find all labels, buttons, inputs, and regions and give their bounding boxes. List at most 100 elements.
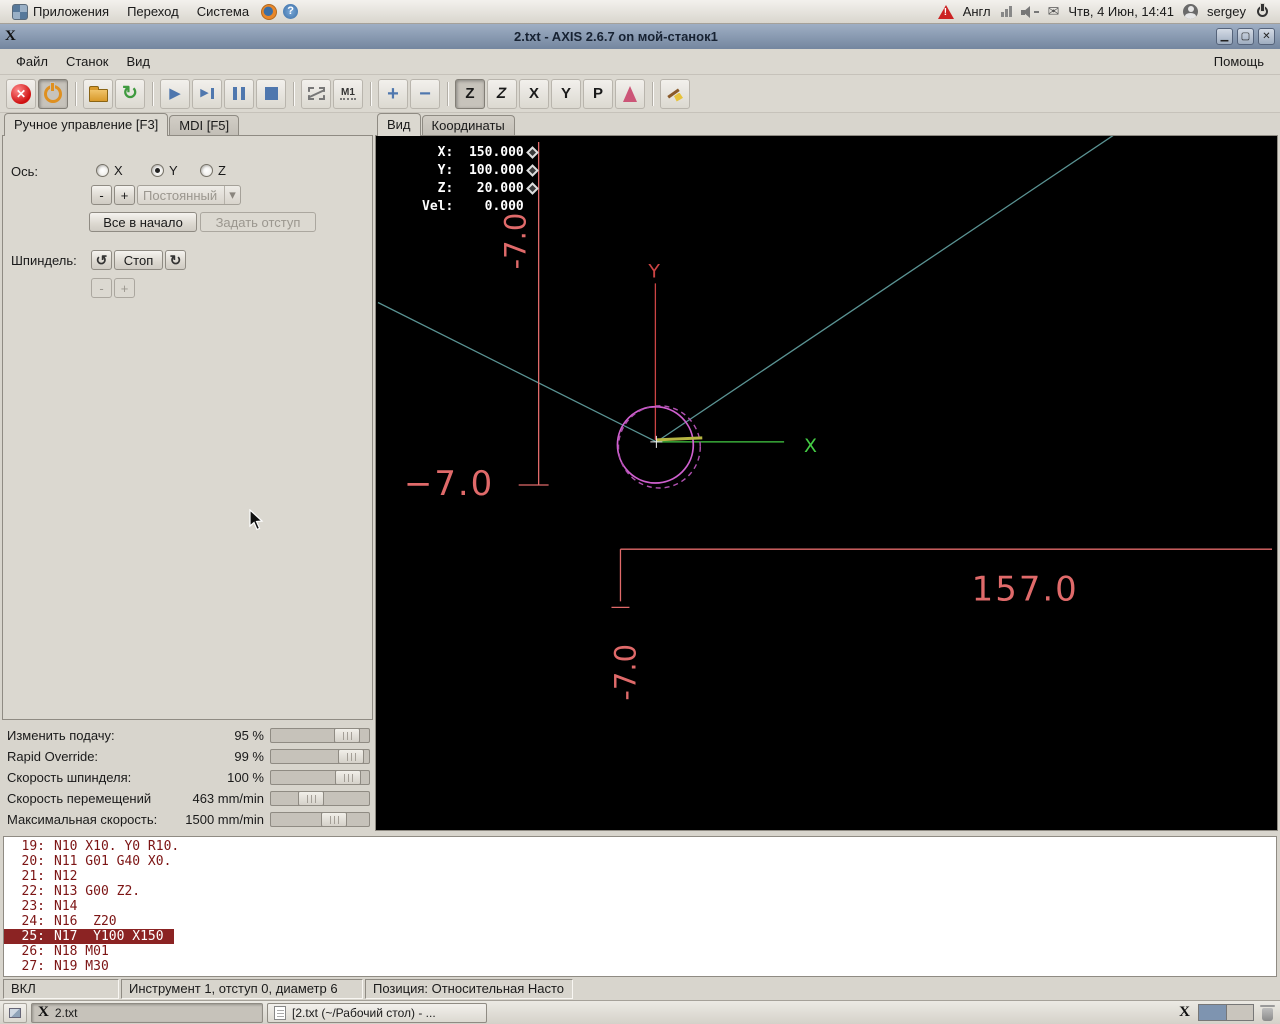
taskbar: 2.txt [2.txt (~/Рабочий стол) - ... xyxy=(0,1000,1280,1024)
skip-lines-button[interactable] xyxy=(301,78,331,109)
update-warning-icon[interactable] xyxy=(937,4,954,19)
jog-minus-button[interactable]: - xyxy=(91,185,112,205)
step-program-button[interactable] xyxy=(192,78,222,109)
run-program-button[interactable] xyxy=(160,78,190,109)
gcode-line-number: 27: xyxy=(21,959,45,974)
gcode-line[interactable]: 19: N10 X10. Y0 R10. xyxy=(4,839,189,854)
zoom-in-button[interactable]: + xyxy=(378,78,408,109)
menu-view[interactable]: Вид xyxy=(119,51,159,72)
volume-icon[interactable] xyxy=(1020,5,1039,18)
jog-speed-slider[interactable] xyxy=(270,791,370,806)
workspace-2[interactable] xyxy=(1225,1005,1253,1020)
machine-power-button[interactable] xyxy=(38,78,68,109)
mail-icon[interactable] xyxy=(1048,3,1060,20)
task-editor-window[interactable]: [2.txt (~/Рабочий стол) - ... xyxy=(267,1002,487,1023)
slider-handle[interactable] xyxy=(321,812,347,827)
spindle-cw-button[interactable] xyxy=(165,250,186,270)
clear-plot-button[interactable] xyxy=(660,78,690,109)
help-launcher-icon[interactable] xyxy=(283,4,299,19)
reload-file-button[interactable] xyxy=(115,78,145,109)
zoom-out-button[interactable]: − xyxy=(410,78,440,109)
toolbar-separator xyxy=(293,81,294,106)
view-x-button[interactable]: X xyxy=(519,78,549,109)
spindle-minus-button[interactable]: - xyxy=(91,278,112,298)
close-button[interactable]: ✕ xyxy=(1258,28,1275,45)
gcode-line[interactable]: 20: N11 G01 G40 X0. xyxy=(4,854,181,869)
minimize-button[interactable]: ▁ xyxy=(1216,28,1233,45)
gcode-line[interactable]: 22: N13 G00 Z2. xyxy=(4,884,150,899)
trash-icon[interactable] xyxy=(1260,1004,1275,1021)
spindle-plus-button[interactable]: + xyxy=(114,278,135,298)
view-y-button[interactable]: Y xyxy=(551,78,581,109)
workspace-1[interactable] xyxy=(1199,1005,1226,1020)
places-menu[interactable]: Переход xyxy=(121,3,185,20)
spindle-stop-button[interactable]: Стоп xyxy=(114,250,163,270)
optional-stop-button[interactable]: M1 xyxy=(333,78,363,109)
menu-file[interactable]: Файл xyxy=(8,51,56,72)
pause-icon xyxy=(233,87,245,100)
rapid-override-slider[interactable] xyxy=(270,749,370,764)
jog-mode-select[interactable]: Постоянный xyxy=(137,185,241,205)
menu-machine[interactable]: Станок xyxy=(58,51,117,72)
toolbar-separator xyxy=(652,81,653,106)
stop-program-button[interactable] xyxy=(256,78,286,109)
open-file-button[interactable] xyxy=(83,78,113,109)
gcode-line[interactable]: 27: N19 M30 xyxy=(4,959,119,974)
titlebar[interactable]: 2.txt - AXIS 2.6.7 on мой-станок1 ▁ ▢ ✕ xyxy=(0,24,1280,49)
override-sliders: Изменить подачу: 95 % Rapid Override: 99… xyxy=(2,725,373,830)
spindle-cw-icon xyxy=(170,253,182,268)
gcode-line-active[interactable]: 25: N17 Y100 X150 xyxy=(4,929,174,944)
tab-preview[interactable]: Вид xyxy=(377,113,421,136)
applications-menu[interactable]: Приложения xyxy=(6,3,115,21)
slider-handle[interactable] xyxy=(338,749,364,764)
tray-x-icon[interactable] xyxy=(1179,1004,1190,1021)
preview-canvas[interactable]: Y X -7.0 −7.0 157.0 -7.0 X: 150.000 Y: 1… xyxy=(375,135,1278,831)
jog-plus-button[interactable]: + xyxy=(114,185,135,205)
menu-help[interactable]: Помощь xyxy=(1206,51,1272,72)
user-avatar-icon[interactable] xyxy=(1182,4,1198,19)
spindle-ccw-button[interactable] xyxy=(91,250,112,270)
tab-mdi[interactable]: MDI [F5] xyxy=(169,115,240,136)
radio-axis-y[interactable]: Y xyxy=(151,163,178,178)
plus-icon: + xyxy=(387,82,399,105)
window-list-button[interactable] xyxy=(3,1002,27,1023)
touch-off-button[interactable]: Задать отступ xyxy=(200,212,316,232)
slider-handle[interactable] xyxy=(335,770,361,785)
view-z-rotated-button[interactable]: Z xyxy=(487,78,517,109)
view-perspective-button[interactable]: P xyxy=(583,78,613,109)
network-icon[interactable] xyxy=(1000,6,1012,17)
tab-coordinates[interactable]: Координаты xyxy=(421,115,515,136)
view-z-button[interactable]: Z xyxy=(455,78,485,109)
slider-handle[interactable] xyxy=(298,791,324,806)
clock[interactable]: Чтв, 4 Июн, 14:41 xyxy=(1068,4,1174,19)
shutdown-icon[interactable] xyxy=(1255,4,1270,19)
pause-program-button[interactable] xyxy=(224,78,254,109)
gcode-line[interactable]: 21: N12 xyxy=(4,869,87,884)
tab-manual-control[interactable]: Ручное управление [F3] xyxy=(4,113,169,136)
slider-handle[interactable] xyxy=(334,728,360,743)
gcode-line[interactable]: 24: N16 Z20 xyxy=(4,914,127,929)
gcode-listing[interactable]: 19: N10 X10. Y0 R10. 20: N11 G01 G40 X0. 2… xyxy=(3,836,1277,977)
preview-plot[interactable]: Y X -7.0 −7.0 157.0 -7.0 xyxy=(376,136,1277,830)
workspace-switcher[interactable] xyxy=(1198,1004,1254,1021)
keyboard-layout-indicator[interactable]: Англ xyxy=(963,4,991,19)
slider-value: 1500 mm/min xyxy=(185,812,264,827)
gcode-line[interactable]: 23: N14 xyxy=(4,899,87,914)
max-velocity-slider[interactable] xyxy=(270,812,370,827)
places-menu-label: Переход xyxy=(127,4,179,19)
radio-axis-x[interactable]: X xyxy=(96,163,123,178)
rotate-view-button[interactable] xyxy=(615,78,645,109)
task-axis-window[interactable]: 2.txt xyxy=(31,1002,263,1023)
user-menu-label[interactable]: sergey xyxy=(1207,4,1246,19)
system-menu[interactable]: Система xyxy=(191,3,255,20)
slider-value: 99 % xyxy=(234,749,264,764)
estop-button[interactable] xyxy=(6,78,36,109)
feed-override-slider[interactable] xyxy=(270,728,370,743)
radio-axis-z[interactable]: Z xyxy=(200,163,226,178)
gcode-line[interactable]: 26: N18 M01 xyxy=(4,944,119,959)
spindle-override-slider[interactable] xyxy=(270,770,370,785)
maximize-button[interactable]: ▢ xyxy=(1237,28,1254,45)
dimension-label-left: -7.0 xyxy=(499,213,533,270)
firefox-launcher-icon[interactable] xyxy=(261,3,278,20)
home-all-button[interactable]: Все в начало xyxy=(89,212,197,232)
